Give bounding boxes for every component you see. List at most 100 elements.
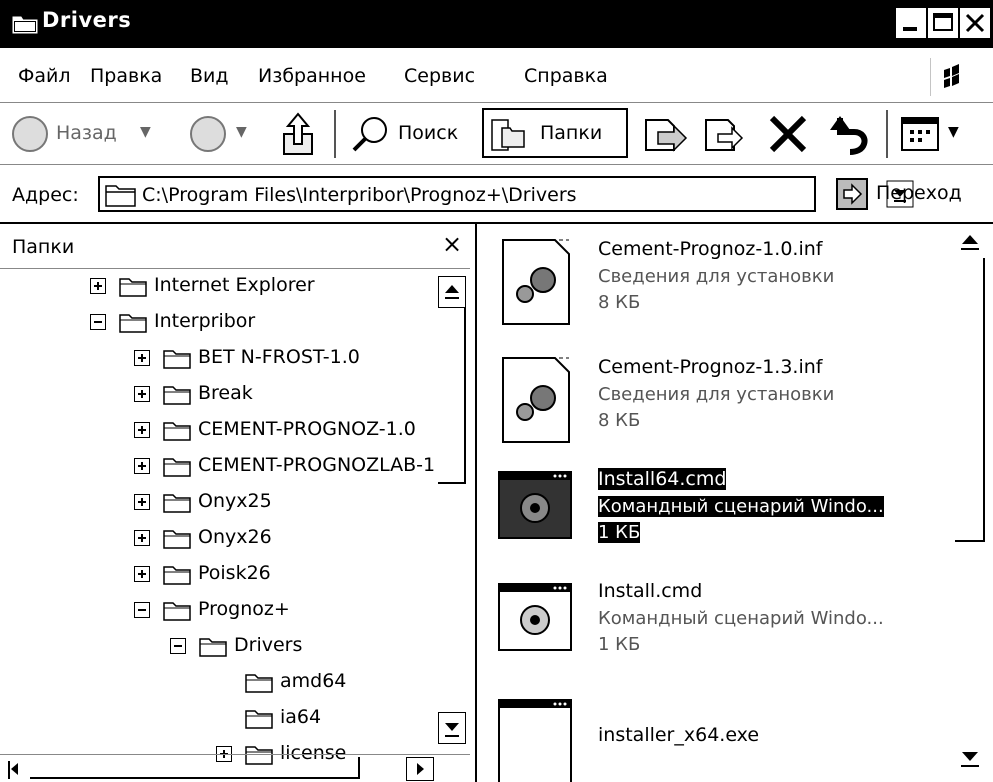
tree-item[interactable]: Drivers [0,630,436,666]
maximize-icon [933,13,953,31]
up-folder-button[interactable] [278,110,322,158]
scroll-right-button[interactable] [406,757,434,781]
tree-item-label: BET⁠ N-FROST-1.0 [198,346,360,368]
scroll-thumb[interactable] [955,258,985,542]
file-name: installer_x64.exe [598,724,760,746]
inf-file-icon [502,239,570,325]
copy-to-button[interactable] [700,112,750,156]
collapse-minus-icon[interactable] [90,314,106,330]
file-name: Cement-Prognoz-1.3.inf [598,356,823,378]
delete-icon [769,115,807,153]
tree-item[interactable]: Poisk26 [0,558,436,594]
files-vertical-scrollbar[interactable] [955,226,985,774]
minimize-button[interactable] [896,8,926,38]
address-path: C:\Program Files\Interpribor\Prognoz+\Dr… [142,184,577,206]
back-button[interactable]: Назад ▼ [10,112,160,156]
expand-plus-icon[interactable] [90,278,106,294]
address-field[interactable]: C:\Program Files\Interpribor\Prognoz+\Dr… [98,176,914,212]
file-size: 1 КБ [598,522,641,543]
tree-item-label: Onyx26 [198,526,272,548]
tree-item[interactable]: Break [0,378,436,414]
arrow-down-icon [445,723,459,737]
tree-item-label: Onyx25 [198,490,272,512]
scroll-left-button[interactable] [4,757,28,781]
tree-horizontal-scrollbar[interactable] [0,754,470,782]
tree-item[interactable]: CEMENT-PROGNOZ-1.0 [0,414,436,450]
explorer-window: Drivers Файл Правка Вид Избранное Сервис… [0,0,993,782]
tree-item-label: CEMENT-PROGNOZLAB-1... [198,454,436,476]
close-icon[interactable]: × [442,230,462,258]
tree-item[interactable]: Prognoz+ [0,594,436,630]
exe-file-icon [498,699,572,782]
tree-item[interactable]: Onyx25 [0,486,436,522]
menu-edit[interactable]: Правка [90,65,162,87]
file-item[interactable]: Cement-Prognoz-1.3.inf Сведения для устан… [485,346,955,456]
go-arrow-icon[interactable] [836,178,868,210]
folder-icon [245,674,273,693]
cmd-file-icon [498,583,572,651]
file-item[interactable]: Cement-Prognoz-1.0.inf Сведения для устан… [485,228,955,338]
folder-icon [163,566,191,585]
undo-button[interactable] [826,112,872,156]
expand-plus-icon[interactable] [134,458,150,474]
menu-file[interactable]: Файл [18,65,71,87]
close-button[interactable] [960,8,990,38]
forward-button[interactable]: ▼ [188,112,258,156]
file-item[interactable]: Install.cmd Командный сценарий Windo... 1 … [485,570,955,680]
expand-plus-icon[interactable] [134,566,150,582]
tree-item-label: CEMENT-PROGNOZ-1.0 [198,418,416,440]
folders-pane-title: Папки [12,236,75,258]
go-button[interactable]: Переход [876,182,962,204]
tree-item[interactable]: CEMENT-PROGNOZLAB-1... [0,450,436,486]
tree-item[interactable]: Internet Explorer [0,270,436,306]
move-to-button[interactable] [640,112,690,156]
folder-icon [199,638,227,657]
tree-item[interactable]: BET⁠ N-FROST-1.0 [0,342,436,378]
views-icon [901,117,939,151]
tree-item[interactable]: Onyx26 [0,522,436,558]
file-item[interactable]: Install64.cmd Командный сценарий Windo...… [485,458,955,568]
tree-vertical-scrollbar[interactable] [438,268,466,754]
file-item[interactable]: installer_x64.exe [485,686,955,782]
scroll-down-button[interactable] [955,740,985,772]
scroll-thumb[interactable] [30,757,360,779]
tree-item[interactable]: ia64 [0,702,436,738]
expand-plus-icon[interactable] [134,494,150,510]
expand-plus-icon[interactable] [134,422,150,438]
folders-pane-header: Папки × [0,224,470,269]
delete-button[interactable] [766,112,810,156]
folder-icon [163,422,191,441]
file-name: Install64.cmd [598,468,727,490]
views-button[interactable]: ▼ [898,112,988,156]
scroll-up-button[interactable] [955,226,985,258]
dropdown-arrow-icon: ▼ [236,124,247,140]
tree-item[interactable]: amd64 [0,666,436,702]
scroll-up-button[interactable] [438,276,466,308]
menu-tools[interactable]: Сервис [404,65,475,87]
menu-favorites[interactable]: Избранное [258,65,366,87]
expand-plus-icon[interactable] [134,386,150,402]
file-size: 8 КБ [598,410,641,431]
tree-item-label: Internet Explorer [154,274,315,296]
maximize-button[interactable] [928,8,958,38]
menu-view[interactable]: Вид [190,65,229,87]
collapse-minus-icon[interactable] [170,638,186,654]
tree-item[interactable]: Interpribor [0,306,436,342]
expand-plus-icon[interactable] [134,350,150,366]
copy-to-icon [705,119,744,151]
expand-plus-icon[interactable] [134,530,150,546]
search-button[interactable]: Поиск [350,112,470,156]
folders-button[interactable]: Папки [482,108,628,158]
file-name: Install.cmd [598,580,703,602]
arrow-up-icon [961,235,979,250]
menu-help[interactable]: Справка [524,65,608,87]
arrow-right-icon [417,763,424,775]
folder-icon [12,16,38,34]
folder-icon [163,494,191,513]
title-bar[interactable]: Drivers [0,0,993,48]
collapse-minus-icon[interactable] [134,602,150,618]
scroll-thumb[interactable] [438,308,466,484]
up-folder-icon [283,112,313,155]
scroll-down-button[interactable] [438,712,466,744]
arrow-up-icon [445,285,459,299]
